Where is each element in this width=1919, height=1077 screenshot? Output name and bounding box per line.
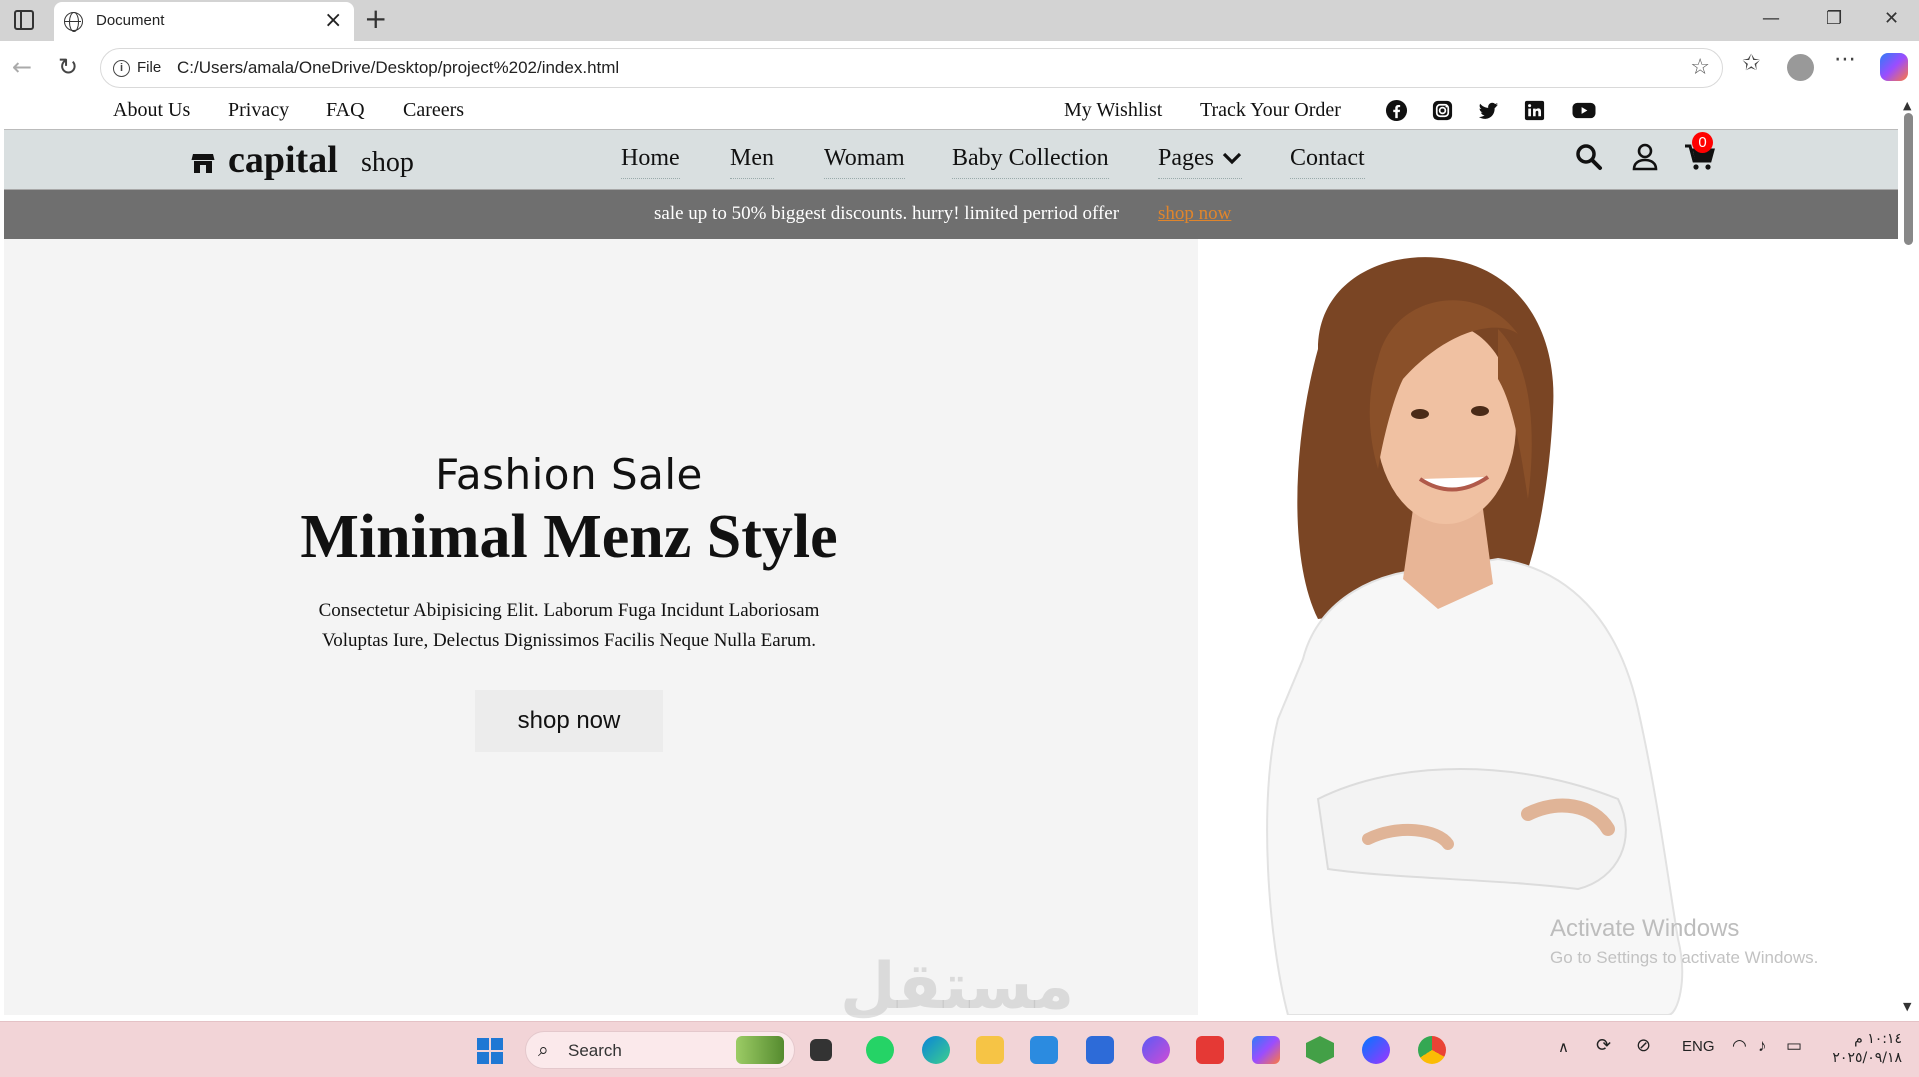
- copilot-icon[interactable]: [1880, 53, 1908, 81]
- reload-icon[interactable]: ↻: [58, 53, 78, 81]
- store-icon: [191, 154, 215, 173]
- taskbar-search-label: Search: [568, 1041, 622, 1060]
- browser-tab-bar: Document × + — ❐ ✕: [0, 0, 1919, 41]
- twitter-icon[interactable]: [1477, 99, 1500, 122]
- link-privacy[interactable]: Privacy: [228, 99, 289, 122]
- hero-title: Minimal Menz Style: [300, 503, 838, 571]
- favorite-star-icon[interactable]: ☆: [1690, 55, 1710, 80]
- info-icon[interactable]: i: [113, 60, 130, 77]
- hero-description-line-2: Voluptas Iure, Delectus Dignissimos Faci…: [321, 630, 817, 651]
- link-careers[interactable]: Careers: [403, 99, 464, 122]
- taskbar-search[interactable]: ⌕ Search: [525, 1031, 795, 1069]
- close-window-icon[interactable]: ✕: [1884, 8, 1899, 29]
- wifi-icon[interactable]: ◠: [1732, 1036, 1747, 1056]
- main-navigation: capital shop Home Men Womam Baby Collect…: [4, 130, 1898, 190]
- battery-icon[interactable]: ▭: [1786, 1036, 1802, 1056]
- hero-model-image: [1198, 239, 1898, 1015]
- link-wishlist[interactable]: My Wishlist: [1064, 99, 1162, 122]
- back-icon[interactable]: ←: [12, 53, 32, 81]
- sync-icon[interactable]: ⟳: [1596, 1035, 1611, 1056]
- search-icon: ⌕: [538, 1039, 549, 1061]
- tray-overflow-icon[interactable]: ∧: [1558, 1038, 1569, 1056]
- nodejs-icon[interactable]: [1306, 1036, 1334, 1064]
- chevron-down-icon: [1222, 152, 1242, 165]
- wps-office-icon[interactable]: [1196, 1036, 1224, 1064]
- scroll-thumb[interactable]: [1904, 113, 1913, 245]
- vscode-icon[interactable]: [1030, 1036, 1058, 1064]
- link-about-us[interactable]: About Us: [113, 99, 190, 122]
- linkedin-icon[interactable]: [1523, 99, 1546, 122]
- hero-section: Fashion Sale Minimal Menz Style Consecte…: [4, 239, 1898, 1015]
- nav-contact[interactable]: Contact: [1290, 145, 1365, 179]
- activate-windows-subtitle: Go to Settings to activate Windows.: [1550, 948, 1819, 967]
- store-app-icon[interactable]: [1086, 1036, 1114, 1064]
- sale-banner: sale up to 50% biggest discounts. hurry!…: [4, 190, 1898, 239]
- copilot-app-icon[interactable]: [1142, 1036, 1170, 1064]
- scroll-down-icon[interactable]: ▼: [1903, 1000, 1911, 1013]
- windows-taskbar: ⌕ Search ∧ ⟳ ⊘ ENG ◠ ♪ ▭ ١٠:١٤ م ٢٠٢٥/٠٩…: [0, 1021, 1919, 1077]
- bamboo-search-highlight-icon: [736, 1036, 784, 1064]
- search-icon[interactable]: [1574, 142, 1604, 172]
- whatsapp-icon[interactable]: [866, 1036, 894, 1064]
- messenger-icon[interactable]: [1362, 1036, 1390, 1064]
- language-indicator[interactable]: ENG: [1682, 1038, 1715, 1055]
- scroll-up-icon[interactable]: ▲: [1903, 99, 1911, 112]
- user-icon[interactable]: [1630, 142, 1660, 172]
- tab-title: Document: [96, 12, 165, 29]
- sale-shop-now-link[interactable]: shop now: [1158, 203, 1231, 225]
- address-bar-row: ← ↻ i File C:/Users/amala/OneDrive/Deskt…: [0, 41, 1919, 95]
- hero-description-line-1: Consectetur Abipisicing Elit. Laborum Fu…: [318, 600, 820, 621]
- copilot-taskbar-icon[interactable]: [1252, 1036, 1280, 1064]
- nav-pages-label: Pages: [1158, 145, 1214, 171]
- sidebar-toggle-icon[interactable]: [14, 10, 34, 30]
- instagram-icon[interactable]: [1431, 99, 1454, 122]
- sale-text: sale up to 50% biggest discounts. hurry!…: [654, 203, 1120, 224]
- network-status-icon[interactable]: ⊘: [1636, 1035, 1651, 1056]
- activate-windows-title: Activate Windows: [1550, 915, 1740, 942]
- volume-icon[interactable]: ♪: [1758, 1036, 1767, 1056]
- page-scrollbar[interactable]: ▲ ▼: [1898, 95, 1919, 1015]
- nav-baby-collection[interactable]: Baby Collection: [952, 145, 1109, 179]
- url-text[interactable]: C:/Users/amala/OneDrive/Desktop/project%…: [177, 58, 619, 78]
- clock-time: ١٠:١٤ م: [1854, 1031, 1902, 1047]
- taskbar-clock[interactable]: ١٠:١٤ م ٢٠٢٥/٠٩/١٨: [1832, 1030, 1902, 1068]
- browser-tab[interactable]: Document ×: [54, 2, 354, 41]
- hero-description: Consectetur Abipisicing Elit. Laborum Fu…: [289, 596, 849, 656]
- nav-home[interactable]: Home: [621, 145, 680, 179]
- restore-icon[interactable]: ❐: [1826, 8, 1842, 29]
- link-track-order[interactable]: Track Your Order: [1200, 99, 1341, 122]
- clock-date: ٢٠٢٥/٠٩/١٨: [1832, 1050, 1902, 1066]
- mostaql-watermark: مستقل: [840, 950, 1075, 1024]
- profile-avatar[interactable]: [1787, 54, 1814, 81]
- url-input[interactable]: i File C:/Users/amala/OneDrive/Desktop/p…: [100, 48, 1723, 88]
- minimize-icon[interactable]: —: [1762, 8, 1780, 29]
- file-explorer-icon[interactable]: [976, 1036, 1004, 1064]
- edge-icon[interactable]: [922, 1036, 950, 1064]
- nav-woman[interactable]: Womam: [824, 145, 905, 179]
- more-menu-icon[interactable]: ⋯: [1834, 47, 1856, 72]
- favorites-icon[interactable]: ✩: [1742, 51, 1760, 76]
- youtube-icon[interactable]: [1571, 99, 1597, 122]
- hero-shop-now-button[interactable]: shop now: [475, 690, 663, 752]
- nav-pages[interactable]: Pages: [1158, 145, 1242, 179]
- top-strip: About Us Privacy FAQ Careers My Wishlist…: [4, 95, 1898, 130]
- url-scheme-label: File: [137, 59, 162, 76]
- link-faq[interactable]: FAQ: [326, 99, 365, 122]
- facebook-icon[interactable]: [1385, 99, 1408, 122]
- chrome-icon[interactable]: [1418, 1036, 1446, 1064]
- windows-start-icon[interactable]: [477, 1038, 503, 1064]
- model-photo: [1266, 257, 1684, 1015]
- logo-main-text[interactable]: capital: [228, 138, 338, 182]
- logo-sub-text[interactable]: shop: [361, 147, 414, 179]
- tab-close-icon[interactable]: ×: [324, 8, 342, 34]
- page-viewport: About Us Privacy FAQ Careers My Wishlist…: [4, 95, 1898, 1015]
- nav-men[interactable]: Men: [730, 145, 774, 179]
- hero-subtitle: Fashion Sale: [435, 450, 703, 499]
- globe-icon: [64, 12, 83, 32]
- task-view-icon[interactable]: [810, 1039, 832, 1061]
- new-tab-icon[interactable]: +: [364, 3, 387, 35]
- cart-count-badge: 0: [1692, 132, 1713, 153]
